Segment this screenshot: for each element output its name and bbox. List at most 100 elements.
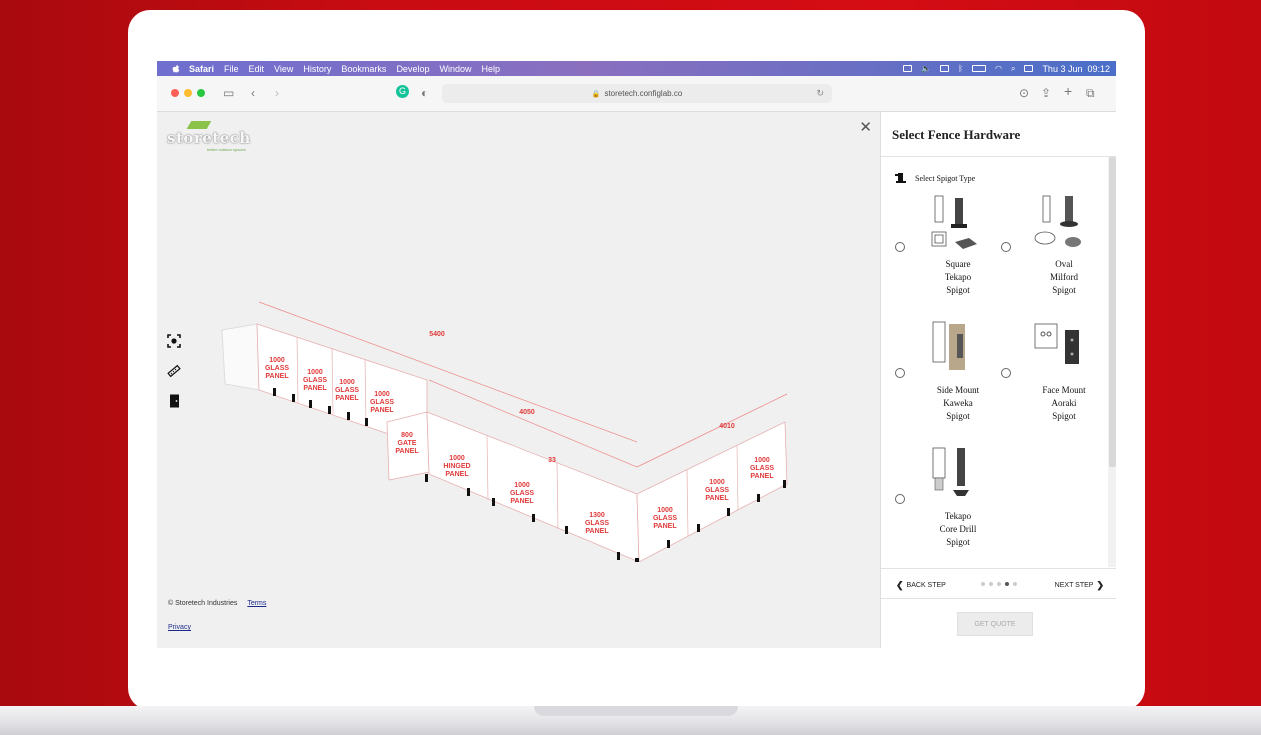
privacy-link[interactable]: Privacy xyxy=(168,624,191,631)
oval-spigot-image xyxy=(1034,195,1081,247)
option-side-mount-kaweka[interactable]: Side Mount Kaweka Spigot xyxy=(885,320,995,440)
screen-mirror-icon[interactable] xyxy=(903,65,913,72)
configurator-viewport[interactable]: storetech better outdoor spaces ✕ 800 GA… xyxy=(157,112,880,648)
spigot-icon xyxy=(895,173,906,183)
step-progress-dots xyxy=(981,582,1017,586)
address-bar-url: storetech.configlab.co xyxy=(604,89,683,98)
share-icon[interactable]: ⇪ xyxy=(1041,86,1051,100)
option-label-face-mount-aoraki: Face Mount Aoraki Spigot xyxy=(1042,385,1086,421)
back-arrow-icon[interactable]: ‹ xyxy=(251,86,255,100)
keyboard-icon[interactable] xyxy=(940,65,950,72)
forward-arrow-icon[interactable]: › xyxy=(275,86,279,100)
option-label-square-tekapo: Square Tekapo Spigot xyxy=(944,259,972,295)
next-step-button[interactable]: NEXT STEP ❯ xyxy=(1055,580,1107,591)
step-heading: Select Spigot Type xyxy=(895,172,975,184)
dimension-label-long: 5400 xyxy=(429,331,445,338)
bluetooth-icon[interactable]: ᛒ xyxy=(958,64,963,73)
panel-divider xyxy=(881,156,1116,157)
dimension-label-right: 4010 xyxy=(719,423,735,430)
next-step-label: NEXT STEP xyxy=(1054,582,1094,589)
apple-icon[interactable] xyxy=(171,64,181,74)
radio-square-tekapo[interactable] xyxy=(895,242,905,252)
menu-develop[interactable]: Develop xyxy=(396,64,429,74)
terms-link[interactable]: Terms xyxy=(247,600,266,607)
tab-overview-icon[interactable]: ⧉ xyxy=(1086,86,1095,100)
window-zoom-button[interactable] xyxy=(197,89,205,97)
laptop-base xyxy=(0,706,1261,735)
menu-window[interactable]: Window xyxy=(439,64,471,74)
ruler-icon[interactable] xyxy=(167,364,181,378)
downloads-icon[interactable]: ⊙ xyxy=(1019,86,1029,100)
battery-icon[interactable] xyxy=(971,65,986,72)
dimension-label-mid: 4050 xyxy=(519,409,535,416)
face-mount-spigot-image xyxy=(1034,323,1079,364)
volume-icon[interactable]: 🔈 xyxy=(921,64,931,73)
side-mount-spigot-image xyxy=(932,321,965,370)
scrollbar-thumb[interactable] xyxy=(1109,157,1116,467)
quote-divider xyxy=(881,598,1116,599)
option-oval-milford[interactable]: Oval Milford Spigot xyxy=(991,194,1101,314)
option-face-mount-aoraki[interactable]: Face Mount Aoraki Spigot xyxy=(991,320,1101,440)
control-center-icon[interactable] xyxy=(1024,65,1034,72)
browser-toolbar: ▭ ‹ › G ◐ 🔒 storetech.configlab.co ↻ ⊙ ⇪… xyxy=(157,76,1116,112)
window-minimize-button[interactable] xyxy=(184,89,192,97)
house-block xyxy=(221,323,260,391)
storetech-logo[interactable]: storetech better outdoor spaces xyxy=(167,121,257,155)
back-step-label: BACK STEP xyxy=(906,582,946,589)
wifi-icon[interactable]: ◠ xyxy=(995,64,1002,73)
menu-app-name[interactable]: Safari xyxy=(189,64,214,74)
address-bar[interactable]: 🔒 storetech.configlab.co ↻ xyxy=(442,84,832,103)
get-quote-button[interactable]: GET QUOTE xyxy=(957,612,1033,636)
chevron-right-icon: ❯ xyxy=(1096,580,1104,590)
step-dot xyxy=(989,582,993,586)
menu-help[interactable]: Help xyxy=(481,64,500,74)
spotlight-search-icon[interactable]: ⌕ xyxy=(1011,64,1015,74)
logo-tagline: better outdoor spaces xyxy=(207,147,246,152)
menu-bookmarks[interactable]: Bookmarks xyxy=(341,64,386,74)
radio-side-mount-kaweka[interactable] xyxy=(895,368,905,378)
hardware-panel: Select Fence Hardware Select Spigot Type… xyxy=(880,112,1116,648)
nav-divider xyxy=(881,568,1116,569)
menu-file[interactable]: File xyxy=(224,64,239,74)
focus-icon[interactable] xyxy=(167,334,181,348)
panel-title: Select Fence Hardware xyxy=(892,127,1021,142)
option-label-side-mount-kaweka: Side Mount Kaweka Spigot xyxy=(936,385,980,421)
logo-text: storetech xyxy=(167,129,251,147)
middle-run-panels xyxy=(426,411,640,562)
mac-menubar: Safari File Edit View History Bookmarks … xyxy=(157,61,1116,76)
step-dot xyxy=(1013,582,1017,586)
core-drill-spigot-image xyxy=(932,447,969,496)
menu-edit[interactable]: Edit xyxy=(249,64,265,74)
option-tekapo-core-drill[interactable]: Tekapo Core Drill Spigot xyxy=(885,446,995,566)
lock-icon: 🔒 xyxy=(591,90,601,98)
menu-view[interactable]: View xyxy=(274,64,293,74)
privacy-shield-icon[interactable]: ◐ xyxy=(421,86,428,100)
reload-icon[interactable]: ↻ xyxy=(816,88,824,99)
view-tools xyxy=(167,334,181,408)
step-dot xyxy=(997,582,1001,586)
square-spigot-image xyxy=(931,195,977,249)
fence-3d-scene[interactable]: 800 GATE PANEL 1000 HINGED PANEL 1000 GLASS PA… xyxy=(197,262,837,562)
option-square-tekapo[interactable]: Square Tekapo Spigot xyxy=(885,194,995,314)
grammarly-extension-icon[interactable]: G xyxy=(396,85,409,98)
menu-history[interactable]: History xyxy=(303,64,331,74)
step-label: Select Spigot Type xyxy=(915,173,976,183)
radio-oval-milford[interactable] xyxy=(1001,242,1011,252)
close-icon[interactable]: ✕ xyxy=(859,118,872,136)
footer-copyright: © Storetech Industries Terms xyxy=(168,600,266,607)
radio-tekapo-core-drill[interactable] xyxy=(895,494,905,504)
menubar-status: 🔈 ᛒ ◠ ⌕ Thu 3 Jun 09:12 xyxy=(903,61,1110,76)
logo-mark xyxy=(186,121,212,129)
menubar-clock[interactable]: Thu 3 Jun 09:12 xyxy=(1042,64,1110,74)
step-dot xyxy=(981,582,985,586)
window-close-button[interactable] xyxy=(171,89,179,97)
new-tab-icon[interactable]: + xyxy=(1064,84,1072,98)
radio-face-mount-aoraki[interactable] xyxy=(1001,368,1011,378)
copyright-text: © Storetech Industries xyxy=(168,600,238,607)
back-step-button[interactable]: ❮ BACK STEP xyxy=(893,580,946,591)
gap-label: 33 xyxy=(548,457,556,464)
step-dot-active xyxy=(1005,582,1009,586)
door-icon[interactable] xyxy=(167,394,181,408)
laptop-notch xyxy=(534,706,738,716)
sidebar-toggle-icon[interactable]: ▭ xyxy=(223,86,234,100)
